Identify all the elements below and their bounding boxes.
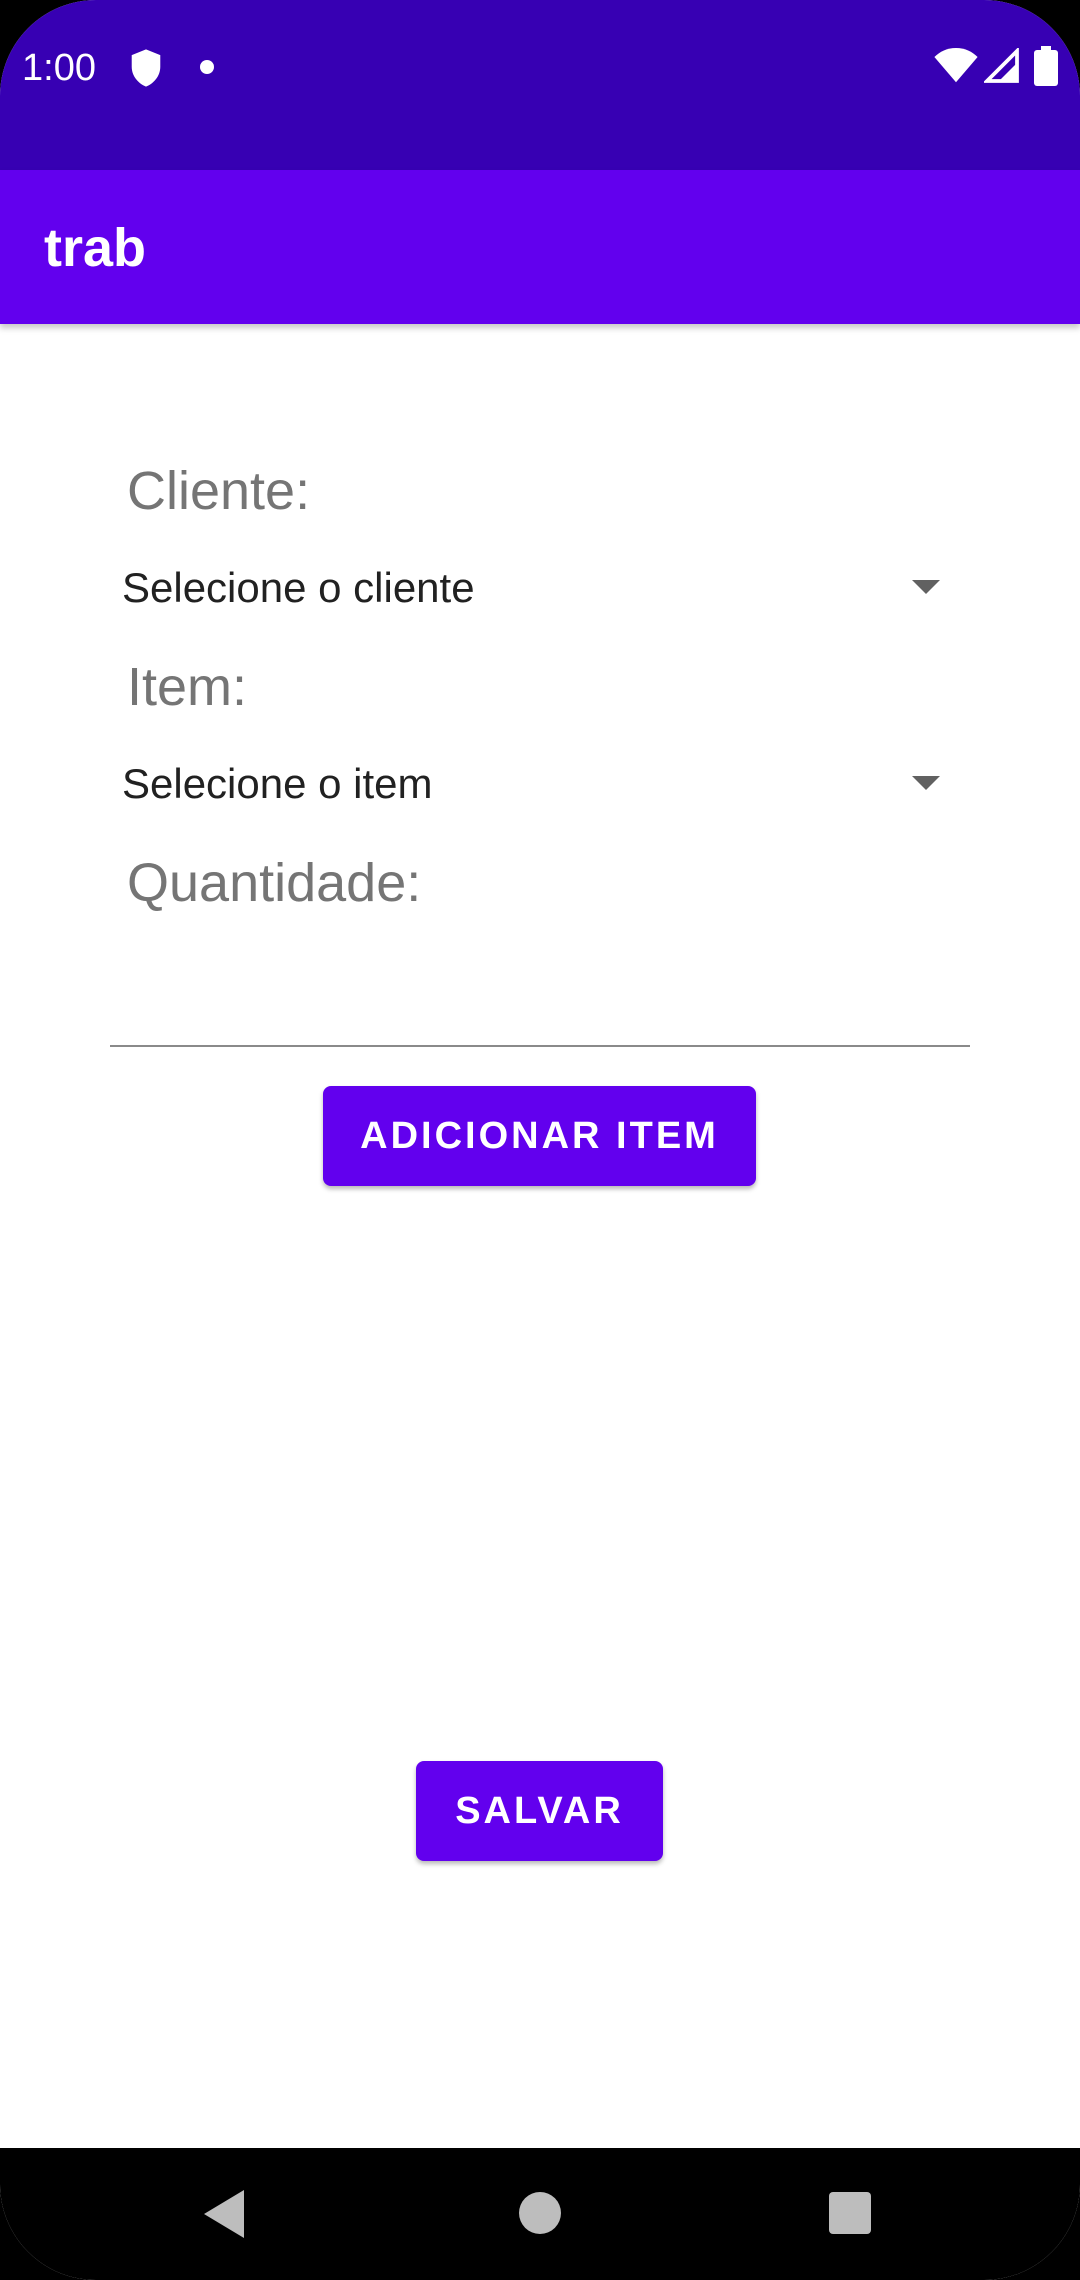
battery-icon xyxy=(1034,46,1058,86)
item-label: Item: xyxy=(127,657,248,717)
cliente-spinner[interactable]: Selecione o cliente xyxy=(110,540,940,636)
cliente-spinner-value: Selecione o cliente xyxy=(122,564,475,611)
recents-icon[interactable] xyxy=(829,2192,871,2234)
app-bar: trab xyxy=(0,170,1080,324)
back-icon[interactable] xyxy=(204,2190,244,2238)
dropdown-arrow-icon xyxy=(912,776,940,790)
status-bar: 1:00 xyxy=(0,0,1080,170)
status-time: 1:00 xyxy=(22,47,96,89)
quantidade-label: Quantidade: xyxy=(127,853,422,913)
cellular-signal-icon xyxy=(984,48,1019,83)
cliente-label: Cliente: xyxy=(127,461,311,521)
notification-dot-icon xyxy=(200,60,214,74)
item-spinner[interactable]: Selecione o item xyxy=(110,736,940,832)
app-screen: 1:00 trab Cliente: Selecione o cliente I… xyxy=(0,0,1080,2280)
navigation-bar xyxy=(0,2148,1080,2280)
save-button[interactable]: SALVAR xyxy=(416,1761,663,1861)
dropdown-arrow-icon xyxy=(912,580,940,594)
quantidade-input[interactable] xyxy=(110,935,970,1047)
item-spinner-value: Selecione o item xyxy=(122,760,433,807)
add-item-button[interactable]: ADICIONAR ITEM xyxy=(323,1086,756,1186)
home-icon[interactable] xyxy=(519,2192,561,2234)
wifi-icon xyxy=(934,48,978,83)
app-title: trab xyxy=(44,218,147,278)
shield-icon xyxy=(131,49,161,87)
